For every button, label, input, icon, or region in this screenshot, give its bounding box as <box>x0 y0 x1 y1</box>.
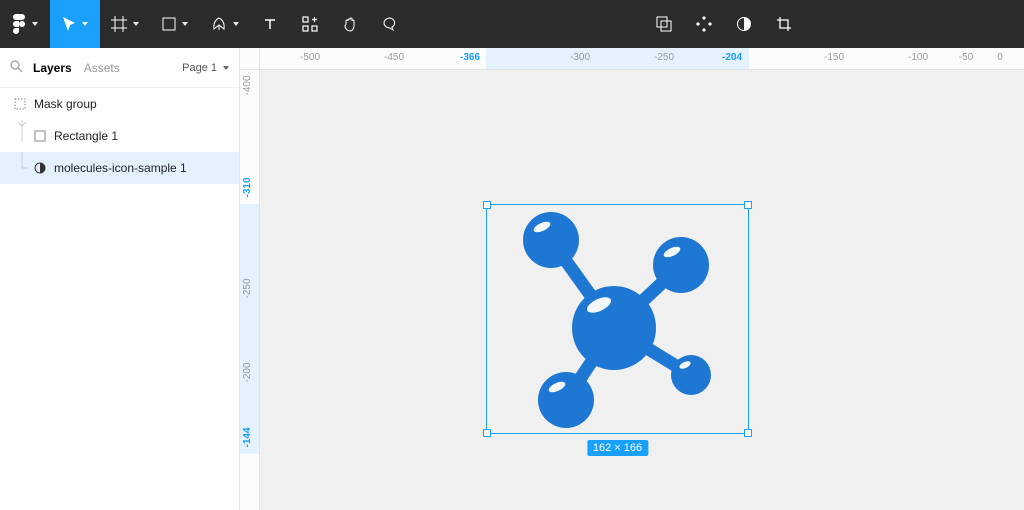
ruler-selection-range <box>240 204 259 454</box>
canvas[interactable]: 162 × 166 <box>260 70 1024 510</box>
ruler-tick: -100 <box>908 52 928 63</box>
hand-tool[interactable] <box>330 0 370 48</box>
chevron-down-icon <box>233 22 239 26</box>
ruler-corner <box>240 48 260 70</box>
mask-tool[interactable] <box>724 0 764 48</box>
shape-tool[interactable] <box>150 0 200 48</box>
layer-label: Rectangle 1 <box>54 129 118 143</box>
panel-header: Layers Assets Page 1 <box>0 48 239 88</box>
ruler-tick: -150 <box>824 52 844 63</box>
resize-handle-sw[interactable] <box>483 429 491 437</box>
resize-handle-se[interactable] <box>744 429 752 437</box>
layer-label: Mask group <box>34 97 97 111</box>
ruler-tick: -450 <box>384 52 404 63</box>
ruler-tick: -250 <box>654 52 674 63</box>
figma-menu[interactable] <box>0 0 50 48</box>
selection-size-badge: 162 × 166 <box>587 440 648 456</box>
ruler-tick: -300 <box>570 52 590 63</box>
move-tool[interactable] <box>50 0 100 48</box>
search-icon[interactable] <box>10 60 23 76</box>
chevron-down-icon <box>82 22 88 26</box>
chevron-down-icon <box>223 66 229 70</box>
ruler-tick: -400 <box>242 75 253 95</box>
ruler-tick: -250 <box>242 278 253 298</box>
layer-mask-group[interactable]: Mask group <box>0 88 239 120</box>
pen-tool[interactable] <box>200 0 250 48</box>
main-toolbar <box>0 0 1024 48</box>
rectangle-icon <box>34 130 46 142</box>
ruler-tick: 0 <box>997 52 1003 63</box>
ruler-tick: -200 <box>242 362 253 382</box>
mask-group-icon <box>14 98 26 110</box>
boolean-tool[interactable] <box>644 0 684 48</box>
ruler-tick: -204 <box>722 52 742 63</box>
page-selector-label: Page 1 <box>182 62 217 74</box>
ruler-selection-range <box>486 48 749 69</box>
layer-molecules-image[interactable]: molecules-icon-sample 1 <box>0 152 239 184</box>
frame-tool[interactable] <box>100 0 150 48</box>
image-half-icon <box>34 162 46 174</box>
ruler-tick: -144 <box>242 427 253 447</box>
resize-handle-ne[interactable] <box>744 201 752 209</box>
resources-tool[interactable] <box>290 0 330 48</box>
ruler-tick: -500 <box>300 52 320 63</box>
ruler-tick: -50 <box>959 52 973 63</box>
selection-bounds[interactable] <box>486 204 749 434</box>
ruler-tick: -310 <box>242 177 253 197</box>
crop-tool[interactable] <box>764 0 804 48</box>
comment-tool[interactable] <box>370 0 410 48</box>
tab-assets[interactable]: Assets <box>84 61 120 75</box>
layer-rectangle[interactable]: Rectangle 1 <box>0 120 239 152</box>
layers-panel: Layers Assets Page 1 Mask group Rectangl… <box>0 48 240 510</box>
horizontal-ruler[interactable]: -500-450-366-300-250-204-150-100-500 <box>260 48 1024 70</box>
ruler-tick: -366 <box>460 52 480 63</box>
tree-guide-icon <box>14 120 30 152</box>
text-tool[interactable] <box>250 0 290 48</box>
resize-handle-nw[interactable] <box>483 201 491 209</box>
chevron-down-icon <box>182 22 188 26</box>
layer-label: molecules-icon-sample 1 <box>54 161 187 175</box>
components-tool[interactable] <box>684 0 724 48</box>
tab-layers[interactable]: Layers <box>33 61 72 75</box>
chevron-down-icon <box>133 22 139 26</box>
chevron-down-icon <box>32 22 38 26</box>
page-selector[interactable]: Page 1 <box>182 62 229 74</box>
vertical-ruler[interactable]: -400 -310 -250 -200 -144 <box>240 70 260 510</box>
tree-guide-icon <box>14 152 30 184</box>
